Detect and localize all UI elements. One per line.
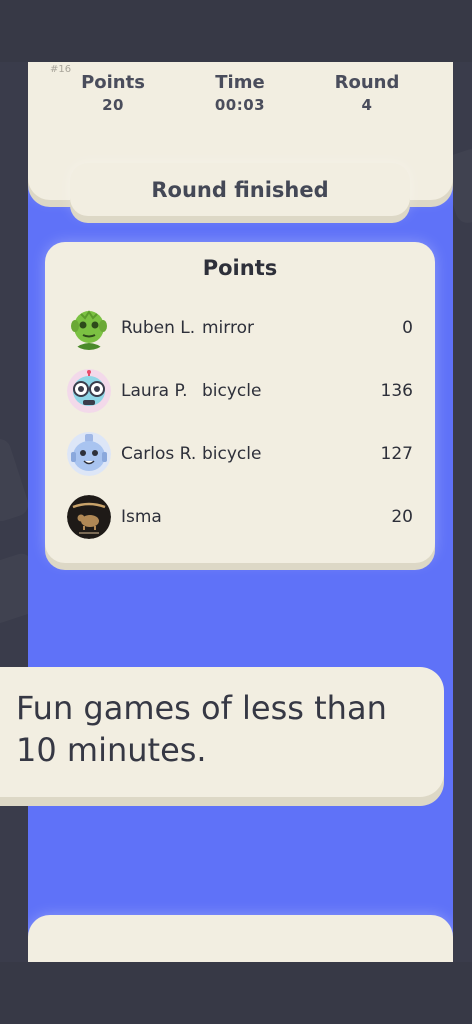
player-word: bicycle xyxy=(202,381,262,401)
dark-logo-avatar xyxy=(67,495,111,539)
player-score: 20 xyxy=(391,507,413,527)
background-shape xyxy=(0,436,31,524)
player-row: Ruben L. mirror 0 xyxy=(45,301,435,355)
blue-robot-avatar xyxy=(67,432,111,476)
player-score: 136 xyxy=(380,381,413,401)
promo-card: Fun games of less than 10 minutes. xyxy=(0,667,444,797)
navigation-bar xyxy=(0,962,472,1024)
player-row: Carlos R. bicycle 127 xyxy=(45,427,435,481)
round-finished-banner: Round finished xyxy=(70,163,410,216)
round-stat: Round 4 xyxy=(302,72,432,114)
promo-text: Fun games of less than 10 minutes. xyxy=(16,689,387,769)
player-name: Carlos R. xyxy=(121,444,197,464)
game-panel: #16 Points 20 Time 00:03 Round 4 Round f… xyxy=(28,62,453,962)
player-row: Isma 20 xyxy=(45,490,435,544)
player-score: 127 xyxy=(380,444,413,464)
green-alien-avatar xyxy=(67,306,111,350)
robot-goggles-avatar xyxy=(67,369,111,413)
status-bar xyxy=(0,0,472,62)
player-word: bicycle xyxy=(202,444,262,464)
round-stat-value: 4 xyxy=(361,96,373,114)
bottom-card xyxy=(28,915,453,962)
round-stat-label: Round xyxy=(334,72,400,93)
player-score: 0 xyxy=(402,318,413,338)
points-card: Points Ruben L. mirror 0 Laura P. bicycl… xyxy=(45,242,435,563)
player-row: Laura P. bicycle 136 xyxy=(45,364,435,418)
time-stat: Time 00:03 xyxy=(175,72,305,114)
points-stat-label: Points xyxy=(81,72,145,93)
points-stat-value: 20 xyxy=(102,96,124,114)
player-word: mirror xyxy=(202,318,254,338)
time-stat-value: 00:03 xyxy=(214,96,266,114)
points-title: Points xyxy=(202,256,278,280)
player-name: Isma xyxy=(121,507,162,527)
points-stat: Points 20 xyxy=(48,72,178,114)
player-name: Ruben L. xyxy=(121,318,196,338)
time-stat-label: Time xyxy=(215,72,265,93)
player-name: Laura P. xyxy=(121,381,188,401)
